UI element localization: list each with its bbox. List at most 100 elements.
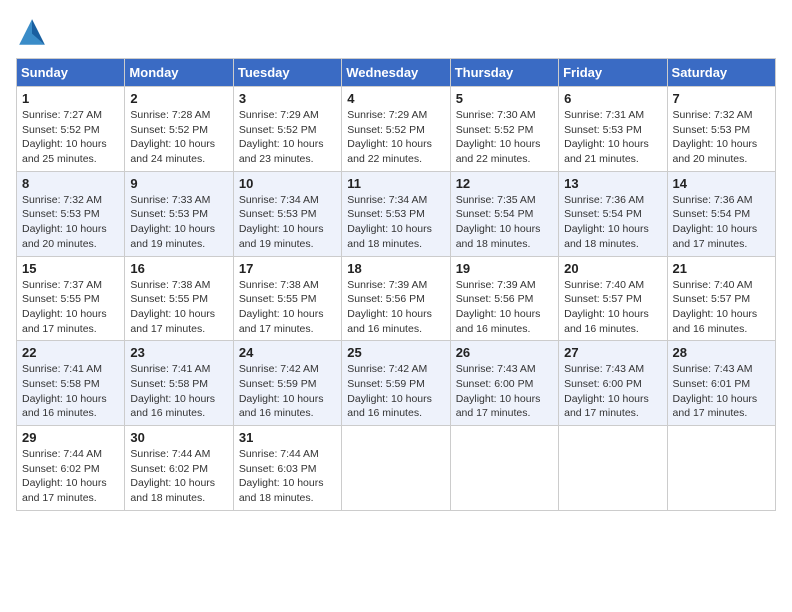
day-number: 26 [456, 345, 553, 360]
calendar-cell: 3Sunrise: 7:29 AM Sunset: 5:52 PM Daylig… [233, 87, 341, 172]
calendar-cell: 7 Sunrise: 7:32 AM Sunset: 5:53 PM Daylig… [667, 87, 775, 172]
day-info: Sunrise: 7:32 AM Sunset: 5:53 PM Dayligh… [673, 108, 770, 167]
day-number: 12 [456, 176, 553, 191]
calendar-cell: 11Sunrise: 7:34 AM Sunset: 5:53 PM Dayli… [342, 171, 450, 256]
calendar-cell: 10 Sunrise: 7:34 AM Sunset: 5:53 PM Dayli… [233, 171, 341, 256]
day-info: Sunrise: 7:44 AM Sunset: 6:02 PM Dayligh… [22, 447, 119, 506]
day-number: 3 [239, 91, 336, 106]
calendar-cell: 12 Sunrise: 7:35 AM Sunset: 5:54 PM Dayli… [450, 171, 558, 256]
day-info: Sunrise: 7:43 AM Sunset: 6:00 PM Dayligh… [456, 362, 553, 421]
calendar-cell: 1Sunrise: 7:27 AM Sunset: 5:52 PM Daylig… [17, 87, 125, 172]
calendar-cell [667, 426, 775, 511]
day-info: Sunrise: 7:43 AM Sunset: 6:00 PM Dayligh… [564, 362, 661, 421]
calendar-cell: 16Sunrise: 7:38 AM Sunset: 5:55 PM Dayli… [125, 256, 233, 341]
day-info: Sunrise: 7:41 AM Sunset: 5:58 PM Dayligh… [22, 362, 119, 421]
weekday-header-monday: Monday [125, 59, 233, 87]
calendar-cell: 4 Sunrise: 7:29 AM Sunset: 5:52 PM Daylig… [342, 87, 450, 172]
day-info: Sunrise: 7:30 AM Sunset: 5:52 PM Dayligh… [456, 108, 553, 167]
calendar-cell: 2 Sunrise: 7:28 AM Sunset: 5:52 PM Daylig… [125, 87, 233, 172]
day-info: Sunrise: 7:39 AM Sunset: 5:56 PM Dayligh… [347, 278, 444, 337]
calendar-cell: 24 Sunrise: 7:42 AM Sunset: 5:59 PM Dayli… [233, 341, 341, 426]
calendar-cell: 25 Sunrise: 7:42 AM Sunset: 5:59 PM Dayli… [342, 341, 450, 426]
weekday-header-sunday: Sunday [17, 59, 125, 87]
day-number: 20 [564, 261, 661, 276]
day-number: 1 [22, 91, 119, 106]
calendar-cell: 14 Sunrise: 7:36 AM Sunset: 5:54 PM Dayli… [667, 171, 775, 256]
weekday-header-friday: Friday [559, 59, 667, 87]
calendar-cell: 20 Sunrise: 7:40 AM Sunset: 5:57 PM Dayli… [559, 256, 667, 341]
day-info: Sunrise: 7:32 AM Sunset: 5:53 PM Dayligh… [22, 193, 119, 252]
logo-icon [16, 16, 48, 48]
day-number: 14 [673, 176, 770, 191]
header [16, 16, 776, 48]
day-number: 11 [347, 176, 444, 191]
day-info: Sunrise: 7:31 AM Sunset: 5:53 PM Dayligh… [564, 108, 661, 167]
day-number: 15 [22, 261, 119, 276]
day-info: Sunrise: 7:39 AM Sunset: 5:56 PM Dayligh… [456, 278, 553, 337]
day-number: 31 [239, 430, 336, 445]
calendar-cell: 26 Sunrise: 7:43 AM Sunset: 6:00 PM Dayli… [450, 341, 558, 426]
day-number: 25 [347, 345, 444, 360]
calendar-cell: 8 Sunrise: 7:32 AM Sunset: 5:53 PM Daylig… [17, 171, 125, 256]
day-number: 8 [22, 176, 119, 191]
day-info: Sunrise: 7:41 AM Sunset: 5:58 PM Dayligh… [130, 362, 227, 421]
day-number: 29 [22, 430, 119, 445]
calendar-cell: 17 Sunrise: 7:38 AM Sunset: 5:55 PM Dayli… [233, 256, 341, 341]
calendar-cell: 31 Sunrise: 7:44 AM Sunset: 6:03 PM Dayli… [233, 426, 341, 511]
day-info: Sunrise: 7:36 AM Sunset: 5:54 PM Dayligh… [564, 193, 661, 252]
day-number: 22 [22, 345, 119, 360]
calendar-cell: 19 Sunrise: 7:39 AM Sunset: 5:56 PM Dayli… [450, 256, 558, 341]
calendar-cell: 27 Sunrise: 7:43 AM Sunset: 6:00 PM Dayli… [559, 341, 667, 426]
calendar-cell: 23 Sunrise: 7:41 AM Sunset: 5:58 PM Dayli… [125, 341, 233, 426]
day-info: Sunrise: 7:35 AM Sunset: 5:54 PM Dayligh… [456, 193, 553, 252]
weekday-header-tuesday: Tuesday [233, 59, 341, 87]
weekday-header-wednesday: Wednesday [342, 59, 450, 87]
day-info: Sunrise: 7:42 AM Sunset: 5:59 PM Dayligh… [239, 362, 336, 421]
day-number: 23 [130, 345, 227, 360]
day-number: 2 [130, 91, 227, 106]
day-info: Sunrise: 7:40 AM Sunset: 5:57 PM Dayligh… [673, 278, 770, 337]
day-number: 4 [347, 91, 444, 106]
day-info: Sunrise: 7:38 AM Sunset: 5:55 PM Dayligh… [130, 278, 227, 337]
day-number: 24 [239, 345, 336, 360]
day-info: Sunrise: 7:36 AM Sunset: 5:54 PM Dayligh… [673, 193, 770, 252]
calendar-cell: 6 Sunrise: 7:31 AM Sunset: 5:53 PM Daylig… [559, 87, 667, 172]
weekday-header-saturday: Saturday [667, 59, 775, 87]
day-number: 27 [564, 345, 661, 360]
day-info: Sunrise: 7:44 AM Sunset: 6:02 PM Dayligh… [130, 447, 227, 506]
day-number: 21 [673, 261, 770, 276]
day-info: Sunrise: 7:44 AM Sunset: 6:03 PM Dayligh… [239, 447, 336, 506]
day-number: 6 [564, 91, 661, 106]
calendar-cell: 22 Sunrise: 7:41 AM Sunset: 5:58 PM Dayli… [17, 341, 125, 426]
day-info: Sunrise: 7:29 AM Sunset: 5:52 PM Dayligh… [347, 108, 444, 167]
day-number: 28 [673, 345, 770, 360]
day-info: Sunrise: 7:28 AM Sunset: 5:52 PM Dayligh… [130, 108, 227, 167]
calendar-cell: 13 Sunrise: 7:36 AM Sunset: 5:54 PM Dayli… [559, 171, 667, 256]
calendar-cell: 29 Sunrise: 7:44 AM Sunset: 6:02 PM Dayli… [17, 426, 125, 511]
day-number: 9 [130, 176, 227, 191]
weekday-header-thursday: Thursday [450, 59, 558, 87]
calendar-cell: 9 Sunrise: 7:33 AM Sunset: 5:53 PM Daylig… [125, 171, 233, 256]
day-info: Sunrise: 7:38 AM Sunset: 5:55 PM Dayligh… [239, 278, 336, 337]
logo [16, 16, 52, 48]
calendar-cell: 18 Sunrise: 7:39 AM Sunset: 5:56 PM Dayli… [342, 256, 450, 341]
calendar-cell: 15 Sunrise: 7:37 AM Sunset: 5:55 PM Dayli… [17, 256, 125, 341]
day-number: 17 [239, 261, 336, 276]
day-info: Sunrise: 7:37 AM Sunset: 5:55 PM Dayligh… [22, 278, 119, 337]
day-number: 7 [673, 91, 770, 106]
day-info: Sunrise: 7:33 AM Sunset: 5:53 PM Dayligh… [130, 193, 227, 252]
day-info: Sunrise: 7:43 AM Sunset: 6:01 PM Dayligh… [673, 362, 770, 421]
day-number: 13 [564, 176, 661, 191]
day-number: 10 [239, 176, 336, 191]
day-info: Sunrise: 7:34 AM Sunset: 5:53 PM Dayligh… [239, 193, 336, 252]
day-info: Sunrise: 7:42 AM Sunset: 5:59 PM Dayligh… [347, 362, 444, 421]
day-info: Sunrise: 7:40 AM Sunset: 5:57 PM Dayligh… [564, 278, 661, 337]
day-number: 18 [347, 261, 444, 276]
calendar-cell [559, 426, 667, 511]
calendar-cell [342, 426, 450, 511]
day-number: 5 [456, 91, 553, 106]
day-number: 19 [456, 261, 553, 276]
calendar-cell: 30Sunrise: 7:44 AM Sunset: 6:02 PM Dayli… [125, 426, 233, 511]
calendar-cell: 21 Sunrise: 7:40 AM Sunset: 5:57 PM Dayli… [667, 256, 775, 341]
calendar-table: SundayMondayTuesdayWednesdayThursdayFrid… [16, 58, 776, 511]
